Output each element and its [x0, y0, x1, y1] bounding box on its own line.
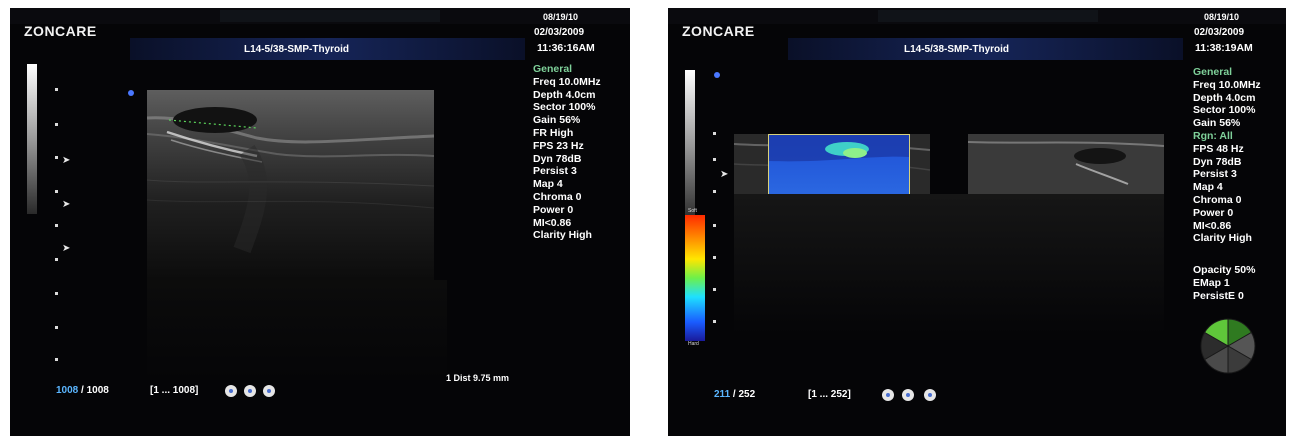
depth-tick [713, 158, 716, 161]
cine-play-button[interactable] [902, 389, 914, 401]
param-item: Gain 56% [533, 114, 581, 127]
focus-arrow-icon: ➤ [62, 243, 71, 254]
cine-forward-button[interactable] [263, 385, 275, 397]
depth-tick [55, 88, 58, 91]
param-item: MI<0.86 [533, 216, 572, 229]
frame-current: 211 [714, 389, 731, 400]
depth-tick [713, 132, 716, 135]
focus-marker-icon [128, 90, 134, 96]
param-item: Persist 3 [1193, 168, 1237, 181]
param-item: Depth 4.0cm [533, 88, 596, 101]
exam-date: 02/03/2009 [534, 27, 585, 38]
param-item: FR High [533, 126, 574, 139]
depth-tick [55, 292, 58, 295]
param-item: Depth 4.0cm [1193, 91, 1256, 104]
param-item: Dyn 78dB [533, 152, 582, 165]
depth-tick [55, 190, 58, 193]
elasticity-colorbar [685, 215, 705, 341]
elasto-parameter-list: Opacity 50% EMap 1 PersistE 0 [1193, 264, 1255, 302]
colorbar-top-label: Soft [688, 208, 697, 214]
depth-tick [713, 256, 716, 259]
param-item: Freq 10.0MHz [1193, 78, 1261, 91]
param-item: PersistE 0 [1193, 289, 1244, 302]
brand-logo: ZONCARE [24, 23, 97, 39]
ultrasound-screen-right: 08/19/10 ZONCARE L14-5/38-SMP-Thyroid 02… [668, 8, 1286, 436]
distance-measurement: 1 Dist 9.75 mm [446, 373, 510, 383]
param-item: Dyn 78dB [1193, 155, 1242, 168]
param-item: FPS 23 Hz [533, 139, 584, 152]
depth-tick [55, 156, 58, 159]
cine-forward-button[interactable] [924, 389, 936, 401]
ultrasound-screen-left: 08/19/10 ZONCARE L14-5/38-SMP-Thyroid 02… [10, 8, 630, 436]
param-item: Sector 100% [1193, 104, 1256, 117]
b-mode-deep-region [734, 194, 1164, 334]
focus-marker-icon [714, 72, 720, 78]
param-item: Sector 100% [533, 101, 596, 114]
frame-current: 1008 [56, 385, 79, 396]
preset-label: L14-5/38-SMP-Thyroid [904, 44, 1010, 55]
focus-arrow-icon: ➤ [62, 155, 71, 166]
depth-tick [55, 358, 58, 361]
sector-indicator-icon [1200, 318, 1256, 374]
depth-tick [713, 320, 716, 323]
exam-time: 11:36:16AM [537, 42, 595, 54]
param-item: Gain 56% [1193, 117, 1241, 130]
cine-range: [1 ... 1008] [150, 385, 199, 396]
depth-tick [55, 258, 58, 261]
depth-tick [713, 190, 716, 193]
top-bar [668, 8, 1286, 24]
param-item: Rgn: All [1193, 129, 1233, 142]
top-bar [10, 8, 630, 24]
frame-counter: 1008 / 1008 [56, 385, 109, 396]
b-mode-image [147, 90, 434, 280]
parameter-list: General Freq 10.0MHz Depth 4.0cm Sector … [1193, 66, 1261, 245]
param-item: Clarity High [533, 229, 592, 242]
param-item: Opacity 50% [1193, 264, 1256, 276]
param-item: EMap 1 [1193, 276, 1230, 289]
param-item: Map 4 [1193, 181, 1223, 194]
param-item: FPS 48 Hz [1193, 142, 1244, 155]
system-date: 08/19/10 [1204, 12, 1240, 22]
depth-tick [55, 123, 58, 126]
param-item: Power 0 [533, 203, 574, 216]
param-item: General [1193, 66, 1233, 78]
param-item: Power 0 [1193, 206, 1234, 219]
frame-counter: 211 / 252 [714, 389, 756, 400]
brand-logo: ZONCARE [682, 23, 755, 39]
param-item: Persist 3 [533, 165, 577, 178]
depth-tick [713, 288, 716, 291]
param-item: Map 4 [533, 178, 563, 191]
param-item: MI<0.86 [1193, 219, 1232, 232]
frame-total: 1008 [86, 385, 109, 396]
param-item: Chroma 0 [1193, 193, 1242, 206]
parameter-list: General Freq 10.0MHz Depth 4.0cm Sector … [533, 63, 601, 242]
param-item: General [533, 63, 573, 75]
cine-rewind-button[interactable] [225, 385, 237, 397]
exam-time: 11:38:19AM [1195, 42, 1253, 54]
param-item: Freq 10.0MHz [533, 75, 601, 88]
exam-date: 02/03/2009 [1194, 27, 1245, 38]
cine-range: [1 ... 252] [808, 389, 851, 400]
b-mode-deep-region [147, 280, 447, 380]
focus-arrow-icon: ➤ [62, 199, 71, 210]
depth-tick [713, 224, 716, 227]
grayscale-bar [27, 64, 37, 214]
focus-arrow-icon: ➤ [720, 169, 729, 180]
param-item: Chroma 0 [533, 190, 582, 203]
param-item: Clarity High [1193, 232, 1252, 245]
system-date: 08/19/10 [543, 12, 579, 22]
grayscale-bar [685, 70, 695, 220]
frame-total: 252 [738, 389, 756, 400]
cine-play-button[interactable] [244, 385, 256, 397]
depth-tick [55, 326, 58, 329]
cine-rewind-button[interactable] [882, 389, 894, 401]
preset-label: L14-5/38-SMP-Thyroid [244, 44, 350, 55]
depth-tick [55, 224, 58, 227]
b-mode-image-right-pane [968, 134, 1164, 194]
colorbar-bottom-label: Hard [688, 341, 699, 347]
